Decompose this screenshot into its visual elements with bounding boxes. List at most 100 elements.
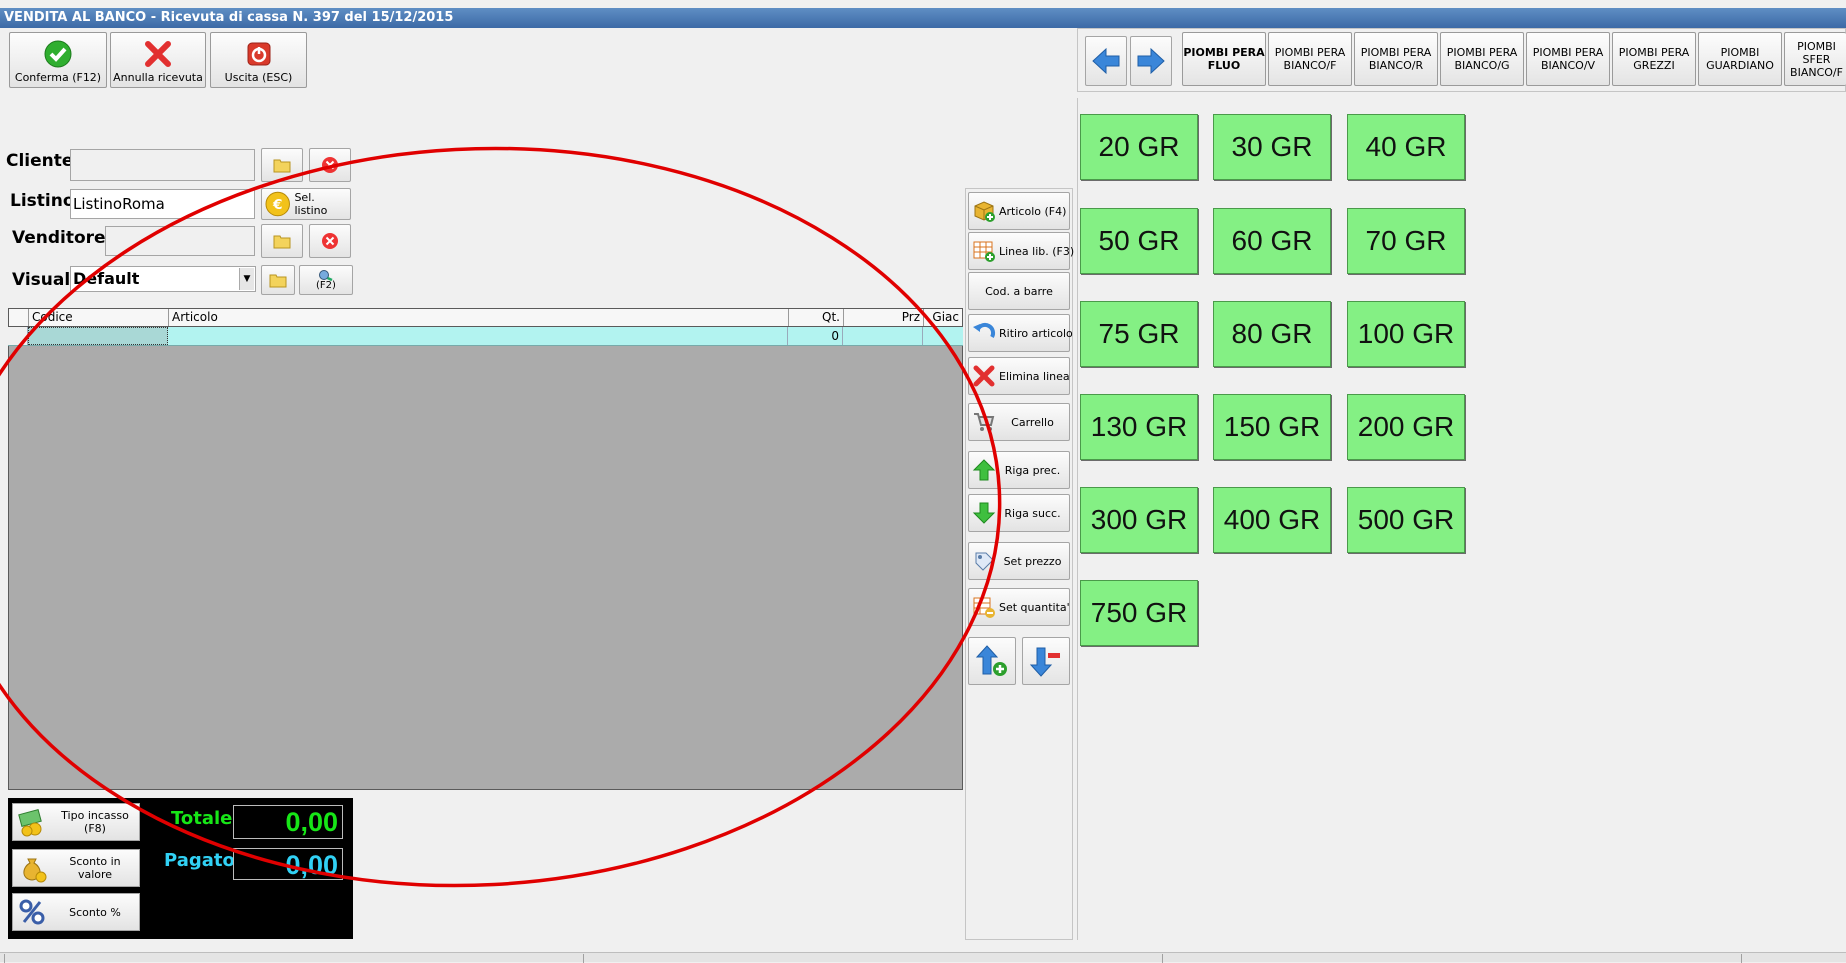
product-30gr[interactable]: 30 GR [1213,114,1331,180]
product-100gr[interactable]: 100 GR [1347,301,1465,367]
delete-line-button-label: Elimina linea [999,369,1070,383]
product-75gr[interactable]: 75 GR [1080,301,1198,367]
discount-value-button[interactable]: Sconto in valore [12,849,140,887]
category-piombi-pera-fluo[interactable]: PIOMBI PERA FLUO [1182,32,1266,86]
category-piombi-pera-bianco-g[interactable]: PIOMBI PERA BIANCO/G [1440,32,1524,86]
return-article-button[interactable]: Ritiro articolo [968,314,1073,352]
select-listino-label: Sel. listino [294,191,328,217]
product-40gr[interactable]: 40 GR [1347,114,1465,180]
product-200gr[interactable]: 200 GR [1347,394,1465,460]
product-400gr[interactable]: 400 GR [1213,487,1331,553]
venditore-browse-button[interactable] [261,224,303,258]
table-row[interactable]: 0 [8,327,963,346]
venditore-label: Venditore [12,228,106,248]
category-prev-button[interactable] [1085,36,1127,86]
delete-icon [973,365,995,387]
venditore-clear-button[interactable] [309,224,351,258]
category-piombi-pera-grezzi[interactable]: PIOMBI PERA GREZZI [1612,32,1696,86]
cell-giac[interactable] [923,327,961,345]
cart-button[interactable]: Carrello [968,403,1070,441]
set-quantity-button[interactable]: Set quantita' [968,588,1070,626]
cancel-x-icon [145,41,171,67]
clear-icon [322,157,338,173]
listino-field[interactable]: ListinoRoma [70,189,255,219]
visual-f2-button[interactable]: (F2) [299,265,353,295]
category-piombi-guardiano[interactable]: PIOMBI GUARDIANO [1698,32,1782,86]
totals-panel: Tipo incasso (F8) Sconto in valore Scont… [8,798,353,939]
product-300gr[interactable]: 300 GR [1080,487,1198,553]
listino-label: Listino [10,191,75,211]
f2-label: (F2) [316,280,336,291]
cancel-receipt-button[interactable]: Annulla ricevuta [110,32,206,88]
cliente-field[interactable] [70,149,255,181]
product-20gr[interactable]: 20 GR [1080,114,1198,180]
grid-col-giac[interactable]: Giac [924,309,962,326]
category-piombi-pera-bianco-r[interactable]: PIOMBI PERA BIANCO/R [1354,32,1438,86]
venditore-field[interactable] [105,226,255,256]
payment-type-button[interactable]: Tipo incasso (F8) [12,803,140,841]
confirm-button[interactable]: Conferma (F12) [9,32,107,88]
product-500gr[interactable]: 500 GR [1347,487,1465,553]
article-button[interactable]: Articolo (F4) [968,192,1070,230]
cliente-browse-button[interactable] [261,148,303,182]
checkmark-icon [44,40,72,68]
category-piombi-sfer-bianco-f[interactable]: PIOMBI SFER BIANCO/F [1784,32,1846,86]
payment-type-label: Tipo incasso (F8) [61,809,129,835]
visual-browse-button[interactable] [261,265,295,295]
article-grid[interactable] [8,308,963,790]
exit-button[interactable]: Uscita (ESC) [210,32,307,88]
arrow-right-icon [1137,47,1165,75]
product-750gr[interactable]: 750 GR [1080,580,1198,646]
cell-codice[interactable] [28,327,168,345]
discount-percent-button[interactable]: Sconto % [12,893,140,931]
grid-col-prz[interactable]: Prz [844,309,924,326]
svg-text:€: € [272,197,283,213]
product-130gr[interactable]: 130 GR [1080,394,1198,460]
percent-icon [19,899,45,925]
grid-col-qt[interactable]: Qt. [789,309,844,326]
product-50gr[interactable]: 50 GR [1080,208,1198,274]
previous-row-button[interactable]: Riga prec. [968,451,1070,489]
row-indicator [8,327,28,345]
barcode-button[interactable]: Cod. a barre [968,272,1070,310]
increase-quantity-button[interactable] [968,637,1016,685]
cancel-label: Annulla ricevuta [113,71,203,84]
visual-select[interactable]: Default ▼ [70,266,256,292]
select-listino-button[interactable]: € Sel. listino [261,188,351,220]
product-60gr[interactable]: 60 GR [1213,208,1331,274]
grid-col-articolo[interactable]: Articolo [169,309,789,326]
folder-icon [273,235,291,249]
product-80gr[interactable]: 80 GR [1213,301,1331,367]
cliente-clear-button[interactable] [309,148,351,182]
chevron-down-icon[interactable]: ▼ [239,268,254,290]
category-piombi-pera-bianco-f[interactable]: PIOMBI PERA BIANCO/F [1268,32,1352,86]
category-next-button[interactable] [1130,36,1172,86]
barcode-button-label: Cod. a barre [985,284,1053,298]
set-price-button[interactable]: Set prezzo [968,542,1070,580]
delete-line-button[interactable]: Elimina linea [968,357,1070,395]
product-150gr[interactable]: 150 GR [1213,394,1331,460]
price-icon [975,552,994,571]
free-line-button[interactable]: Linea lib. (F3) [968,232,1074,270]
cell-articolo[interactable] [168,327,788,345]
quantity-icon [973,597,995,618]
discount-percent-label: Sconto % [69,905,121,919]
arrow-down-icon [972,502,996,524]
folder-icon [273,159,291,173]
window-title: VENDITA AL BANCO - Ricevuta di cassa N. … [0,8,1846,28]
clear-icon [322,233,338,249]
undo-icon [973,322,996,338]
next-row-button[interactable]: Riga succ. [968,494,1070,532]
decrease-quantity-button[interactable] [1022,637,1070,685]
category-piombi-pera-bianco-v[interactable]: PIOMBI PERA BIANCO/V [1526,32,1610,86]
money-icon [18,809,42,837]
paid-label: Pagato [164,850,235,871]
next-row-button-label: Riga succ. [1004,506,1061,520]
product-70gr[interactable]: 70 GR [1347,208,1465,274]
grid-col-codice[interactable]: Codice [29,309,169,326]
visual-select-value: Default [73,269,140,288]
cliente-label: Cliente [6,151,74,171]
cell-prz[interactable] [843,327,923,345]
cell-qt[interactable]: 0 [788,327,843,345]
arrow-up-plus-icon [975,645,1007,676]
